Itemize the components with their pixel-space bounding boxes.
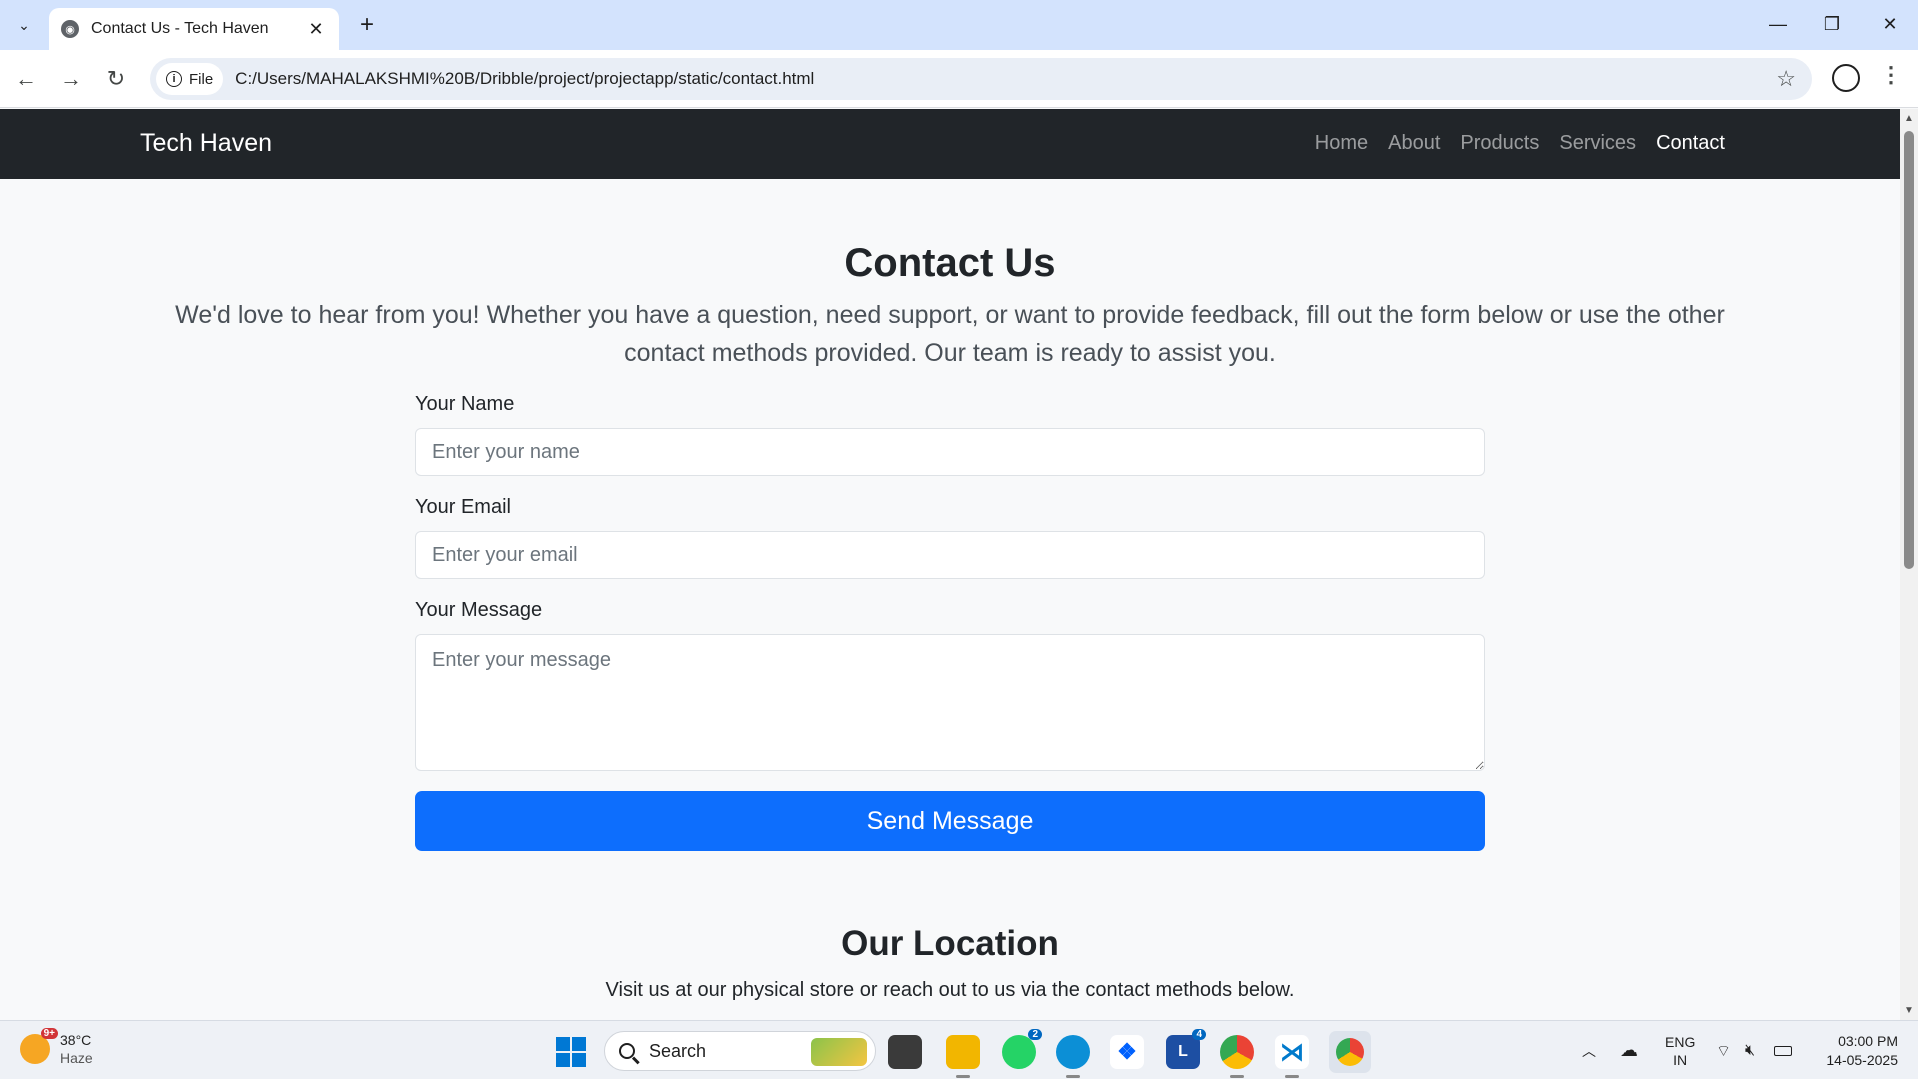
nav-link-contact[interactable]: Contact — [1656, 132, 1725, 155]
message-textarea[interactable] — [415, 634, 1485, 771]
onedrive-cloud-icon[interactable]: ☁ — [1620, 1021, 1638, 1079]
windows-taskbar: 9+ 38°C Haze Search 2 ❖ L 4 ⋊ ︿ ☁ ENG IN… — [0, 1020, 1918, 1079]
intro-paragraph: We'd love to hear from you! Whether you … — [175, 301, 1725, 367]
search-icon — [619, 1043, 635, 1059]
lens-app-badge: 4 — [1192, 1029, 1206, 1040]
location-title: Our Location — [841, 924, 1059, 963]
system-clock[interactable]: 03:00 PM 14-05-2025 — [1826, 1032, 1898, 1070]
page-scrollbar[interactable]: ▲ ▼ — [1900, 109, 1918, 1020]
site-navbar: Tech Haven Home About Products Services … — [0, 109, 1900, 179]
wifi-icon[interactable]: ⌔ — [1716, 1021, 1731, 1079]
chrome-icon[interactable] — [1220, 1035, 1254, 1078]
scrollbar-thumb[interactable] — [1904, 131, 1914, 569]
tray-overflow-chevron-icon[interactable]: ︿ — [1582, 1021, 1596, 1079]
taskbar-search-label: Search — [649, 1040, 707, 1061]
info-icon: i — [166, 71, 182, 87]
email-input[interactable] — [415, 531, 1485, 579]
clock-date: 14-05-2025 — [1826, 1052, 1898, 1068]
dropbox-icon[interactable]: ❖ — [1110, 1035, 1144, 1069]
file-explorer-icon[interactable] — [946, 1035, 980, 1078]
page-viewport: Tech Haven Home About Products Services … — [0, 109, 1900, 1020]
contact-form: Your Name Your Email Your Message Send M… — [415, 393, 1485, 851]
message-label: Your Message — [415, 599, 543, 621]
whatsapp-badge: 2 — [1028, 1029, 1042, 1040]
minimize-icon[interactable]: — — [1758, 8, 1798, 40]
task-view-icon[interactable] — [888, 1035, 922, 1069]
url-text[interactable]: C:/Users/MAHALAKSHMI%20B/Dribble/project… — [235, 69, 814, 89]
email-label: Your Email — [415, 496, 511, 518]
language-code: ENG — [1665, 1033, 1696, 1050]
lens-app-icon[interactable]: L 4 — [1166, 1029, 1206, 1069]
bookmark-star-icon[interactable]: ☆ — [1776, 66, 1796, 92]
clock-time: 03:00 PM — [1838, 1033, 1898, 1049]
page-title: Contact Us — [844, 241, 1056, 285]
weather-widget[interactable]: 9+ 38°C Haze — [20, 1028, 93, 1067]
address-bar[interactable]: i File C:/Users/MAHALAKSHMI%20B/Dribble/… — [150, 58, 1812, 100]
restore-icon[interactable]: ❐ — [1812, 8, 1852, 40]
tab-close-icon[interactable]: ✕ — [305, 19, 327, 40]
scroll-up-arrow-icon[interactable]: ▲ — [1904, 113, 1914, 124]
edge-browser-icon[interactable] — [1056, 1035, 1090, 1078]
weather-condition: Haze — [60, 1050, 93, 1066]
nav-link-about[interactable]: About — [1388, 132, 1440, 155]
nav-link-home[interactable]: Home — [1315, 132, 1368, 155]
weather-badge: 9+ — [40, 1028, 58, 1039]
weather-sun-icon: 9+ — [20, 1028, 58, 1064]
name-input[interactable] — [415, 428, 1485, 476]
new-tab-plus-icon[interactable]: + — [352, 10, 382, 40]
site-info-chip[interactable]: i File — [156, 63, 224, 95]
window-close-icon[interactable]: ✕ — [1870, 8, 1910, 40]
chrome-active-icon[interactable] — [1329, 1031, 1371, 1073]
whatsapp-icon[interactable]: 2 — [1002, 1029, 1042, 1069]
back-arrow-icon[interactable]: ← — [10, 63, 42, 95]
reload-icon[interactable]: ↻ — [100, 63, 132, 95]
temperature: 38°C — [60, 1032, 92, 1048]
speaker-muted-icon[interactable]: 🔇︎ — [1745, 1021, 1755, 1079]
forward-arrow-icon[interactable]: → — [55, 63, 87, 95]
site-chip-label: File — [189, 70, 214, 88]
region-code: IN — [1673, 1051, 1688, 1068]
menu-kebab-icon[interactable]: ⋮ — [1880, 62, 1902, 88]
tab-search-chevron-icon[interactable]: ⌄ — [8, 10, 40, 40]
brand-logo-text[interactable]: Tech Haven — [140, 129, 272, 158]
profile-avatar-icon[interactable] — [1832, 64, 1860, 92]
language-indicator[interactable]: ENG IN — [1665, 1021, 1695, 1079]
battery-icon[interactable] — [1774, 1021, 1792, 1079]
nav-links: Home About Products Services Contact — [1315, 132, 1725, 155]
windows-start-icon[interactable] — [556, 1037, 586, 1067]
scroll-down-arrow-icon[interactable]: ▼ — [1904, 1005, 1914, 1016]
browser-toolbar: ← → ↻ i File C:/Users/MAHALAKSHMI%20B/Dr… — [0, 50, 1918, 108]
search-highlight-image — [811, 1038, 867, 1066]
send-message-button[interactable]: Send Message — [415, 791, 1485, 851]
nav-link-products[interactable]: Products — [1460, 132, 1539, 155]
browser-tab-bar: ⌄ ◉ Contact Us - Tech Haven ✕ + — ❐ ✕ — [0, 0, 1918, 50]
name-label: Your Name — [415, 393, 515, 415]
globe-icon: ◉ — [61, 20, 79, 38]
taskbar-search[interactable]: Search — [604, 1031, 876, 1071]
vscode-icon[interactable]: ⋊ — [1275, 1035, 1309, 1078]
nav-link-services[interactable]: Services — [1559, 132, 1636, 155]
tab-title: Contact Us - Tech Haven — [91, 20, 269, 37]
browser-tab-active[interactable]: ◉ Contact Us - Tech Haven ✕ — [49, 8, 339, 50]
location-subtitle: Visit us at our physical store or reach … — [605, 979, 1295, 1001]
